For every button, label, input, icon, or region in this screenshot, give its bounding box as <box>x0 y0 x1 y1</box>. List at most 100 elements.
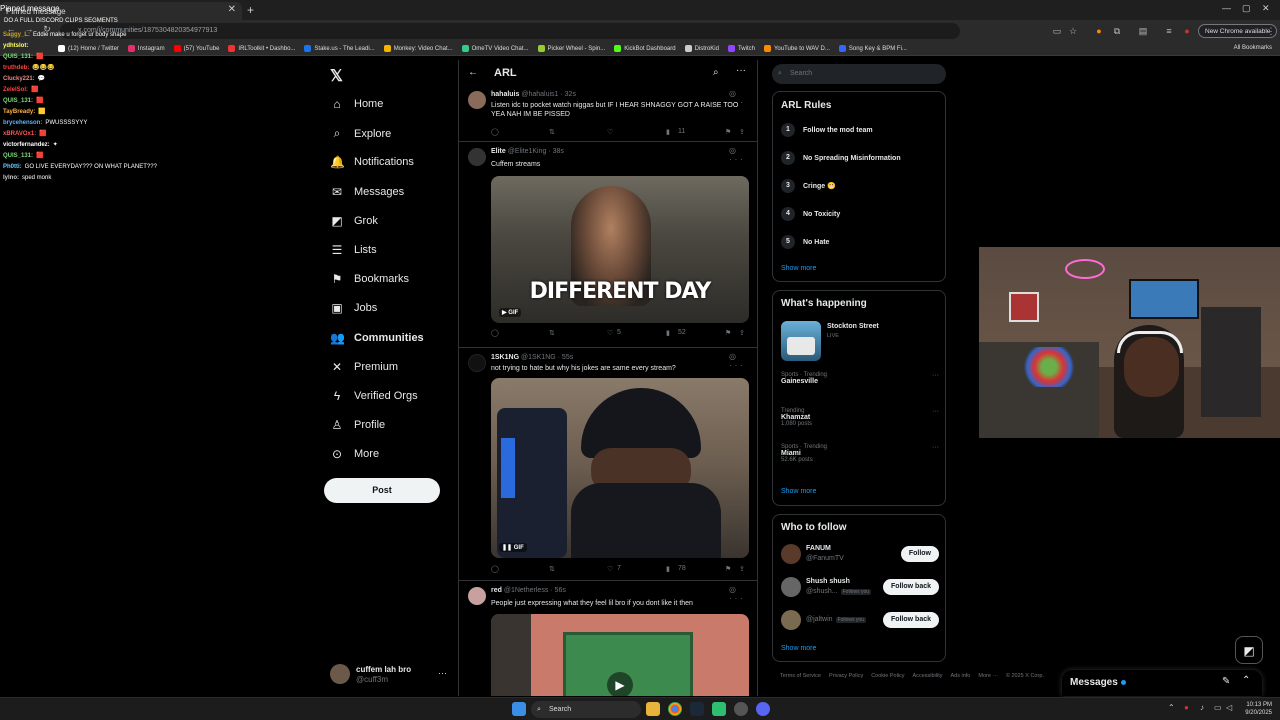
compose-message-icon[interactable]: ✎ <box>1222 676 1230 687</box>
tab-search-icon[interactable]: ≡ <box>1164 26 1174 36</box>
footer-link[interactable]: Privacy Policy <box>829 673 863 679</box>
reply-icon[interactable]: ◯ <box>491 128 499 136</box>
nav-item-more[interactable]: ⊙ More <box>330 447 379 461</box>
rule-item[interactable]: 5 No Hate <box>781 235 829 249</box>
share-icon[interactable]: ⇪ <box>739 565 745 573</box>
chrome-menu-icon[interactable]: ⋮ <box>1266 26 1276 36</box>
bookmark-item[interactable]: Twitch <box>727 45 755 52</box>
footer-link[interactable]: © 2025 X Corp. <box>1006 673 1044 679</box>
avatar[interactable] <box>468 354 486 372</box>
trend-item[interactable]: Trending Khamzat 1,080 posts ··· <box>781 408 939 427</box>
file-explorer-icon[interactable] <box>646 702 660 716</box>
back-arrow-icon[interactable]: ← <box>468 67 478 78</box>
video-media[interactable]: ▶ <box>491 614 749 696</box>
gif-media[interactable]: DIFFERENT DAY ▶ GIF <box>491 176 749 323</box>
bookmark-item[interactable]: OmeTV Video Chat... <box>461 45 529 52</box>
bookmark-item[interactable]: KickBot Dashboard <box>614 45 676 52</box>
author-handle[interactable]: @hahaluis1 <box>521 91 558 98</box>
nav-item-notifications[interactable]: 🔔 Notifications <box>330 155 414 169</box>
avatar[interactable] <box>781 610 801 630</box>
reply-icon[interactable]: ◯ <box>491 329 499 337</box>
nav-item-bookmarks[interactable]: ⚑ Bookmarks <box>330 272 409 286</box>
chat-username[interactable]: TayBready: <box>3 109 35 115</box>
post[interactable]: hahaluis @hahaluis1 · 32s ◎ ··· Listen i… <box>459 86 757 142</box>
all-bookmarks[interactable]: All Bookmarks <box>1234 45 1272 51</box>
follow-suggestion[interactable]: FANUM @FanumTV Follow <box>781 543 939 567</box>
app-icon[interactable] <box>712 702 726 716</box>
follow-suggestion[interactable]: Shush shush @shush... Follows you Follow ba… <box>781 576 939 600</box>
more-icon[interactable]: ··· <box>736 65 746 76</box>
author-name[interactable]: hahaluis <box>491 91 519 98</box>
show-more-link[interactable]: Show more <box>781 488 816 495</box>
extension-icon[interactable]: ● <box>1094 26 1104 36</box>
nav-item-premium[interactable]: ✕ Premium <box>330 360 398 374</box>
close-tab-icon[interactable]: ✕ <box>228 4 236 15</box>
author-handle[interactable]: @1SK1NG <box>521 354 556 361</box>
nav-item-explore[interactable]: ⌕ Explore <box>330 126 392 141</box>
chat-username[interactable]: truthdeb: <box>3 65 29 71</box>
bookmark-icon[interactable]: ⚑ <box>725 128 731 136</box>
show-more-link[interactable]: Show more <box>781 265 816 272</box>
tray-chevron-icon[interactable]: ⌃ <box>1168 703 1175 712</box>
rule-item[interactable]: 3 Cringe 😬 <box>781 179 836 193</box>
repost-icon[interactable]: ⇅ <box>549 565 555 573</box>
nav-item-lists[interactable]: ☰ Lists <box>330 243 377 257</box>
search-input[interactable]: ⌕ Search <box>772 64 946 84</box>
start-icon[interactable] <box>512 702 526 716</box>
nav-item-home[interactable]: ⌂ Home <box>330 97 383 111</box>
volume-icon[interactable]: ◁ <box>1226 703 1232 712</box>
install-icon[interactable]: ▭ <box>1052 26 1062 36</box>
chat-username[interactable]: QUIS_131: <box>3 98 33 104</box>
bookmark-item[interactable]: Stake.us - The Leadi... <box>304 45 375 52</box>
author-name[interactable]: Elite <box>491 148 506 155</box>
chat-username[interactable]: Saggy_L: <box>3 32 30 38</box>
profile-icon[interactable]: ● <box>1182 26 1192 36</box>
bookmark-icon[interactable]: ⚑ <box>725 329 731 337</box>
nav-item-profile[interactable]: ♙ Profile <box>330 418 386 432</box>
chat-username[interactable]: QUIS_131: <box>3 153 33 159</box>
new-tab-button[interactable]: + <box>247 3 254 17</box>
play-icon[interactable]: ▶ <box>607 672 633 696</box>
chat-username[interactable]: Clucky221: <box>3 76 35 82</box>
footer-link[interactable]: Accessibility <box>913 673 943 679</box>
network-icon[interactable]: ▭ <box>1214 703 1222 712</box>
chat-username[interactable]: xBRAVOx1: <box>3 131 36 137</box>
repost-icon[interactable]: ⇅ <box>549 329 555 337</box>
x-logo-icon[interactable]: 𝕏 <box>330 66 343 86</box>
footer-link[interactable]: More ··· <box>978 673 998 679</box>
taskbar-search[interactable]: ⌕ Search <box>531 701 641 718</box>
bookmark-item[interactable]: Monkey: Video Chat... <box>383 45 453 52</box>
chat-username[interactable]: Ph0tti: <box>3 164 22 170</box>
chevron-up-icon[interactable]: ⌃ <box>1242 675 1250 686</box>
follow-button[interactable]: Follow <box>900 546 939 562</box>
rule-item[interactable]: 2 No Spreading Misinformation <box>781 151 901 165</box>
steam-icon[interactable] <box>690 702 704 716</box>
avatar[interactable] <box>468 148 486 166</box>
views-icon[interactable]: ▮ <box>666 565 670 573</box>
system-clock[interactable]: 10:13 PM 9/20/2025 <box>1238 701 1272 717</box>
messages-drawer[interactable]: Messages ✎ ⌃ <box>1062 670 1262 696</box>
show-more-link[interactable]: Show more <box>781 645 816 652</box>
live-thumbnail[interactable] <box>781 321 821 361</box>
post-button[interactable]: Post <box>324 478 440 503</box>
star-icon[interactable]: ☆ <box>1068 26 1078 36</box>
tray-app-icon[interactable]: ● <box>1184 703 1189 712</box>
footer-link[interactable]: Ads info <box>950 673 970 679</box>
avatar[interactable] <box>468 587 486 605</box>
rule-item[interactable]: 4 No Toxicity <box>781 207 840 221</box>
minimize-icon[interactable]: — <box>1222 3 1231 13</box>
post[interactable]: Elite @Elite1King · 38s ◎ ··· Cuffem str… <box>459 143 757 348</box>
post[interactable]: 1SK1NG @1SK1NG · 55s ◎ ··· not trying to… <box>459 349 757 581</box>
like-icon[interactable]: ♡ <box>607 128 613 136</box>
account-switcher[interactable]: cuffem lah bro @cuff3m ··· <box>330 662 450 686</box>
bookmark-item[interactable]: Picker Wheel - Spin... <box>537 45 605 52</box>
avatar[interactable] <box>468 91 486 109</box>
chat-username[interactable]: ydhtslot: <box>3 43 28 49</box>
share-icon[interactable]: ⇪ <box>739 128 745 136</box>
live-name[interactable]: Stockton Street <box>827 323 879 330</box>
puzzle-icon[interactable]: ⧉ <box>1112 26 1122 36</box>
author-handle[interactable]: @1Netherless <box>504 587 548 594</box>
chat-username[interactable]: victorfernandez: <box>3 142 50 148</box>
views-icon[interactable]: ▮ <box>666 329 670 337</box>
more-icon[interactable]: ··· <box>932 408 939 415</box>
